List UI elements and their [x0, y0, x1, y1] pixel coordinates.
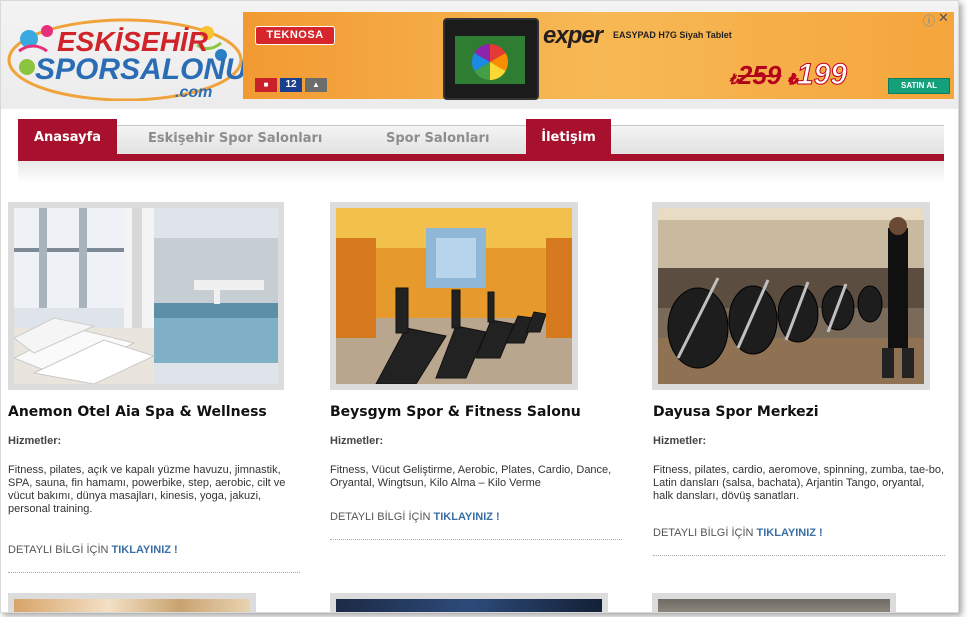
gym-photo-4[interactable] [14, 599, 250, 612]
nav-item-spor-salonlari[interactable]: Spor Salonları [386, 125, 489, 154]
nav-item-iletisim[interactable]: İletişim [526, 119, 611, 154]
ad-brand: exper [543, 22, 603, 49]
nav-item-anasayfa[interactable]: Anasayfa [18, 119, 117, 154]
gym-photo-pool[interactable] [14, 208, 278, 384]
card-separator [330, 539, 622, 540]
services-description: Fitness, Vücut Geliştirme, Aerobic, Plat… [330, 464, 612, 489]
site-header: ESKİSEHİR SPORSALONU .com TEKNOSA ■ 12 ▲ [1, 1, 958, 109]
detail-link[interactable]: TIKLAYINIZ ! [112, 544, 178, 556]
card-separator [653, 555, 945, 556]
ad-choices-icon[interactable]: ⓘ [923, 12, 935, 29]
ad-badge-card: ■ [255, 78, 277, 92]
detail-link[interactable]: TIKLAYINIZ ! [757, 527, 823, 539]
gym-photo-5[interactable] [336, 599, 602, 612]
site-logo[interactable]: ESKİSEHİR SPORSALONU .com [7, 15, 248, 102]
detail-line: DETAYLI BİLGİ İÇİN TIKLAYINIZ ! [330, 511, 500, 523]
ad-banner[interactable]: TEKNOSA ■ 12 ▲ exper EASYPAD H7G Siyah T… [243, 12, 954, 100]
ad-buy-button[interactable]: SATIN AL [888, 78, 950, 94]
services-description: Fitness, pilates, cardio, aeromove, spin… [653, 464, 945, 502]
gym-photo-ellipticals[interactable] [658, 208, 924, 384]
nav-accent-bar [18, 154, 944, 161]
detail-link[interactable]: TIKLAYINIZ ! [434, 511, 500, 523]
close-icon[interactable]: ✕ [938, 11, 949, 26]
nav-item-eskisehir-spor-salonlari[interactable]: Eskişehir Spor Salonları [148, 125, 322, 154]
gym-title[interactable]: Dayusa Spor Merkezi [653, 404, 819, 420]
ad-badges: ■ 12 ▲ [255, 78, 335, 92]
gym-photo-6[interactable] [658, 599, 890, 612]
card-separator [8, 572, 300, 573]
gym-title[interactable]: Anemon Otel Aia Spa & Wellness [8, 404, 267, 420]
nav-shadow [18, 161, 944, 183]
ad-tablet-image [443, 18, 539, 100]
services-description: Fitness, pilates, açık ve kapalı yüzme h… [8, 464, 286, 515]
svg-text:SPORSALONU: SPORSALONU [35, 53, 243, 86]
ad-model: EASYPAD H7G Siyah Tablet [613, 30, 732, 40]
services-label: Hizmetler: [330, 435, 384, 447]
detail-line: DETAYLI BİLGİ İÇİN TIKLAYINIZ ! [8, 544, 178, 556]
ad-old-price: ₺259 [729, 60, 782, 90]
browser-page: ESKİSEHİR SPORSALONU .com TEKNOSA ■ 12 ▲ [0, 0, 959, 613]
ad-badge-shipping: ▲ [305, 78, 327, 92]
ad-store-logo: TEKNOSA [255, 26, 335, 45]
ad-badge-installments: 12 [280, 78, 302, 92]
services-label: Hizmetler: [653, 435, 707, 447]
svg-text:.com: .com [175, 84, 212, 101]
detail-line: DETAYLI BİLGİ İÇİN TIKLAYINIZ ! [653, 527, 823, 539]
gym-photo-treadmills[interactable] [336, 208, 572, 384]
ad-new-price: ₺199 [788, 58, 848, 92]
gym-title[interactable]: Beysgym Spor & Fitness Salonu [330, 404, 581, 420]
services-label: Hizmetler: [8, 435, 62, 447]
